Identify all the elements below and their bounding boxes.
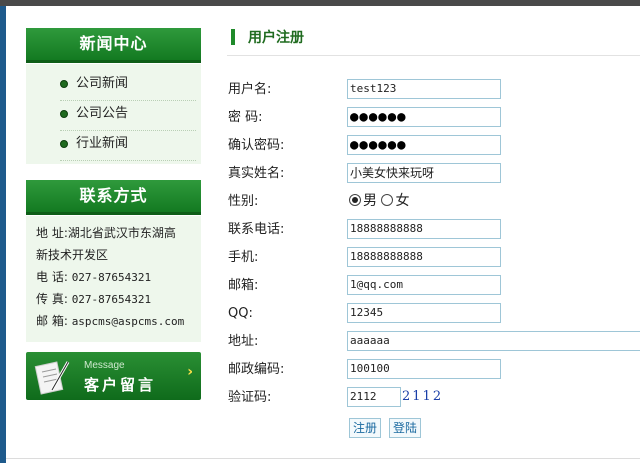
address-label: 地 址: — [36, 226, 68, 240]
bottom-divider — [6, 458, 640, 459]
news-item-label: 公司新闻 — [76, 76, 129, 91]
page-title: 用户注册 — [248, 30, 304, 46]
news-item-label: 行业新闻 — [76, 136, 129, 151]
contact-address: 地 址:湖北省武汉市东湖高 — [36, 224, 196, 242]
news-item-label: 公司公告 — [76, 106, 129, 121]
email-value: aspcms@aspcms.com — [71, 315, 185, 328]
confirm-password-field[interactable]: ●●●●●● — [347, 135, 501, 155]
email-label: 邮箱: — [228, 278, 259, 293]
realname-label: 真实姓名: — [228, 166, 285, 181]
phone-field[interactable] — [347, 219, 501, 239]
mobile-field[interactable] — [347, 247, 501, 267]
bullet-icon — [60, 109, 68, 118]
radio-selected-icon[interactable] — [349, 194, 361, 206]
email-label: 邮 箱: — [36, 314, 68, 328]
email-field[interactable] — [347, 275, 501, 295]
gender-female-label: 女 — [395, 193, 410, 209]
contact-phone: 电 话: 027-87654321 — [36, 268, 196, 287]
qq-label: QQ: — [228, 306, 253, 321]
gender-radio-group: 男 女 — [349, 192, 409, 210]
captcha-label: 验证码: — [228, 390, 272, 405]
section-marker — [231, 29, 235, 45]
gender-male-label: 男 — [363, 193, 377, 209]
bullet-icon — [60, 79, 68, 88]
username-field[interactable] — [347, 79, 501, 99]
fax-label: 传 真: — [36, 292, 68, 306]
confirm-password-label: 确认密码: — [228, 138, 285, 153]
password-field[interactable]: ●●●●●● — [347, 107, 501, 127]
mobile-label: 手机: — [228, 250, 259, 265]
realname-field[interactable] — [347, 163, 501, 183]
address-line1: 湖北省武汉市东湖高 — [67, 226, 176, 240]
address-line2: 新技术开发区 — [36, 248, 109, 262]
zip-field[interactable] — [347, 359, 501, 379]
contact-box: 地 址:湖北省武汉市东湖高 新技术开发区 电 话: 027-87654321 传… — [26, 216, 201, 342]
gender-male-option[interactable]: 男 — [349, 193, 377, 209]
news-item-company-notice[interactable]: 公司公告 — [60, 102, 196, 131]
zip-label: 邮政编码: — [228, 362, 285, 377]
message-cn-label: 客户留言 — [84, 376, 157, 394]
contact-email: 邮 箱: aspcms@aspcms.com — [36, 312, 196, 331]
phone-label: 联系电话: — [228, 222, 285, 237]
chevron-right-icon: › — [187, 364, 193, 380]
fax-value: 027-87654321 — [71, 293, 152, 306]
gender-label: 性别: — [228, 194, 259, 209]
left-edge-bar — [0, 6, 6, 463]
message-note-icon — [34, 361, 70, 395]
contact-heading: 联系方式 — [26, 180, 201, 215]
news-item-industry-news[interactable]: 行业新闻 — [60, 132, 196, 161]
qq-field[interactable] — [347, 303, 501, 323]
title-divider — [227, 55, 640, 56]
address-label: 地址: — [228, 334, 259, 349]
username-label: 用户名: — [228, 82, 272, 97]
customer-message-button[interactable]: Message 客户留言 › — [26, 352, 201, 400]
phone-label: 电 话: — [36, 270, 68, 284]
message-en-label: Message — [84, 360, 125, 371]
login-button[interactable]: 登陆 — [389, 418, 422, 438]
captcha-field[interactable] — [347, 387, 401, 407]
contact-fax: 传 真: 027-87654321 — [36, 290, 196, 309]
captcha-image[interactable]: 2112 — [402, 389, 442, 405]
address-field[interactable] — [347, 331, 640, 351]
top-bar — [0, 0, 640, 6]
register-button[interactable]: 注册 — [349, 418, 382, 438]
news-center-heading: 新闻中心 — [26, 28, 201, 63]
gender-female-option[interactable]: 女 — [381, 193, 409, 209]
news-item-company-news[interactable]: 公司新闻 — [60, 72, 196, 101]
news-list: 公司新闻 公司公告 行业新闻 — [26, 64, 201, 164]
bullet-icon — [60, 139, 68, 148]
radio-empty-icon[interactable] — [381, 194, 394, 206]
phone-value: 027-87654321 — [71, 271, 152, 284]
password-label: 密 码: — [228, 110, 263, 125]
